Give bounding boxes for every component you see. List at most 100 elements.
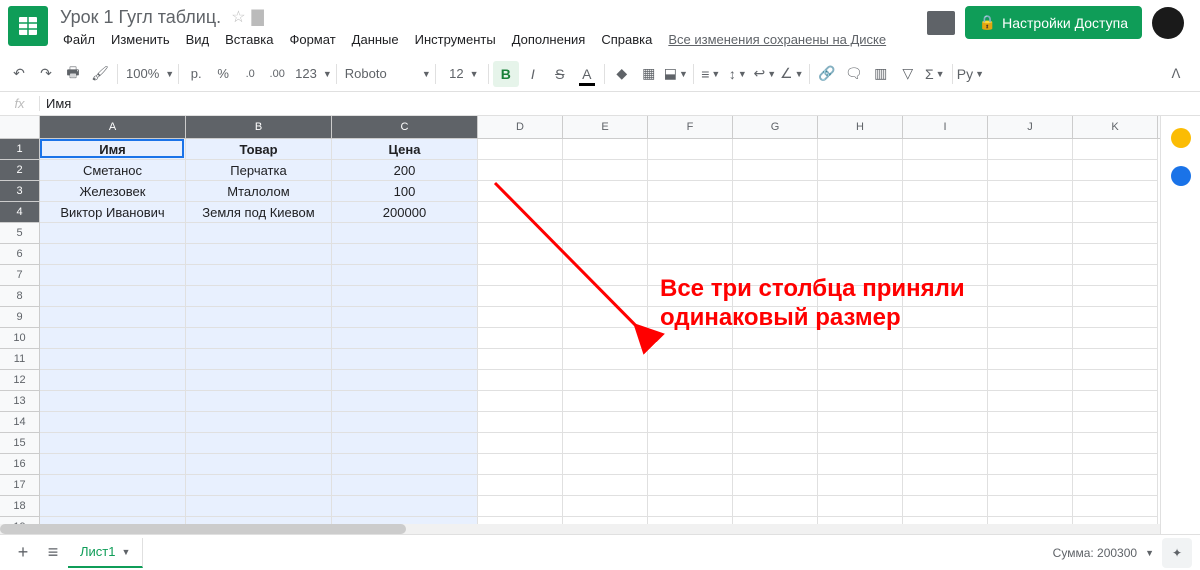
cell-E14[interactable] — [563, 412, 648, 433]
cell-C18[interactable] — [332, 496, 478, 517]
cell-D10[interactable] — [478, 328, 563, 349]
cell-B3[interactable]: Мталолом — [186, 181, 332, 202]
cell-H1[interactable] — [818, 139, 903, 160]
row-header-4[interactable]: 4 — [0, 202, 40, 223]
col-header-B[interactable]: B — [186, 116, 332, 138]
cell-A16[interactable] — [40, 454, 186, 475]
halign-button[interactable]: ≡▼ — [698, 61, 724, 87]
cell-C8[interactable] — [332, 286, 478, 307]
cell-D13[interactable] — [478, 391, 563, 412]
cell-C13[interactable] — [332, 391, 478, 412]
cell-K5[interactable] — [1073, 223, 1158, 244]
row-header-13[interactable]: 13 — [0, 391, 40, 412]
cell-E9[interactable] — [563, 307, 648, 328]
cell-H15[interactable] — [818, 433, 903, 454]
zoom-select[interactable]: 100%▼ — [122, 61, 174, 87]
cell-K4[interactable] — [1073, 202, 1158, 223]
all-sheets-button[interactable]: ≡ — [38, 538, 68, 568]
cell-E5[interactable] — [563, 223, 648, 244]
rotate-button[interactable]: ∠▼ — [779, 61, 805, 87]
cell-B8[interactable] — [186, 286, 332, 307]
cell-F11[interactable] — [648, 349, 733, 370]
cell-K10[interactable] — [1073, 328, 1158, 349]
row-header-8[interactable]: 8 — [0, 286, 40, 307]
paint-format-icon[interactable]: 🖌 — [87, 61, 113, 87]
row-header-12[interactable]: 12 — [0, 370, 40, 391]
cell-A7[interactable] — [40, 265, 186, 286]
cell-J2[interactable] — [988, 160, 1073, 181]
filter-button[interactable]: ▽ — [895, 61, 921, 87]
star-icon[interactable]: ☆ — [231, 7, 245, 27]
cell-I3[interactable] — [903, 181, 988, 202]
cell-J10[interactable] — [988, 328, 1073, 349]
cell-I11[interactable] — [903, 349, 988, 370]
cell-G14[interactable] — [733, 412, 818, 433]
cell-K7[interactable] — [1073, 265, 1158, 286]
currency-button[interactable]: р. — [183, 61, 209, 87]
cell-C16[interactable] — [332, 454, 478, 475]
cell-E18[interactable] — [563, 496, 648, 517]
cell-A10[interactable] — [40, 328, 186, 349]
row-header-5[interactable]: 5 — [0, 223, 40, 244]
cell-I17[interactable] — [903, 475, 988, 496]
percent-button[interactable]: % — [210, 61, 236, 87]
cell-G11[interactable] — [733, 349, 818, 370]
comments-icon[interactable] — [927, 11, 955, 35]
cell-H16[interactable] — [818, 454, 903, 475]
cell-C12[interactable] — [332, 370, 478, 391]
cell-K11[interactable] — [1073, 349, 1158, 370]
cell-C4[interactable]: 200000 — [332, 202, 478, 223]
cell-D7[interactable] — [478, 265, 563, 286]
cell-K18[interactable] — [1073, 496, 1158, 517]
cell-K6[interactable] — [1073, 244, 1158, 265]
cell-B17[interactable] — [186, 475, 332, 496]
font-size-select[interactable]: 12▼ — [440, 61, 484, 87]
chart-button[interactable]: ▥ — [868, 61, 894, 87]
cell-G4[interactable] — [733, 202, 818, 223]
col-header-K[interactable]: K — [1073, 116, 1158, 138]
cell-C7[interactable] — [332, 265, 478, 286]
cell-F16[interactable] — [648, 454, 733, 475]
cell-D18[interactable] — [478, 496, 563, 517]
col-header-G[interactable]: G — [733, 116, 818, 138]
font-select[interactable]: Roboto▼ — [341, 61, 431, 87]
cell-I1[interactable] — [903, 139, 988, 160]
cell-G3[interactable] — [733, 181, 818, 202]
cell-B15[interactable] — [186, 433, 332, 454]
undo-icon[interactable]: ↶ — [6, 61, 32, 87]
cell-K15[interactable] — [1073, 433, 1158, 454]
cell-D3[interactable] — [478, 181, 563, 202]
cell-C14[interactable] — [332, 412, 478, 433]
cell-K17[interactable] — [1073, 475, 1158, 496]
cell-F12[interactable] — [648, 370, 733, 391]
valign-button[interactable]: ↕▼ — [725, 61, 751, 87]
formula-input[interactable]: Имя — [40, 96, 1200, 111]
link-button[interactable]: 🔗 — [814, 61, 840, 87]
cell-C15[interactable] — [332, 433, 478, 454]
cell-A15[interactable] — [40, 433, 186, 454]
cell-H5[interactable] — [818, 223, 903, 244]
sheet-tab[interactable]: Лист1▼ — [68, 538, 143, 568]
cell-F17[interactable] — [648, 475, 733, 496]
cell-B13[interactable] — [186, 391, 332, 412]
col-header-I[interactable]: I — [903, 116, 988, 138]
col-header-C[interactable]: C — [332, 116, 478, 138]
cell-J6[interactable] — [988, 244, 1073, 265]
col-header-F[interactable]: F — [648, 116, 733, 138]
borders-button[interactable]: ▦ — [636, 61, 662, 87]
cell-A12[interactable] — [40, 370, 186, 391]
cell-G2[interactable] — [733, 160, 818, 181]
cell-B9[interactable] — [186, 307, 332, 328]
cell-D8[interactable] — [478, 286, 563, 307]
cell-B11[interactable] — [186, 349, 332, 370]
folder-icon[interactable]: ▇ — [252, 7, 264, 27]
cell-H4[interactable] — [818, 202, 903, 223]
cell-D1[interactable] — [478, 139, 563, 160]
cell-J11[interactable] — [988, 349, 1073, 370]
cell-E3[interactable] — [563, 181, 648, 202]
sheets-logo[interactable] — [8, 6, 48, 46]
cell-A8[interactable] — [40, 286, 186, 307]
input-tools-button[interactable]: Ру▼ — [957, 61, 984, 87]
row-header-2[interactable]: 2 — [0, 160, 40, 181]
row-header-16[interactable]: 16 — [0, 454, 40, 475]
